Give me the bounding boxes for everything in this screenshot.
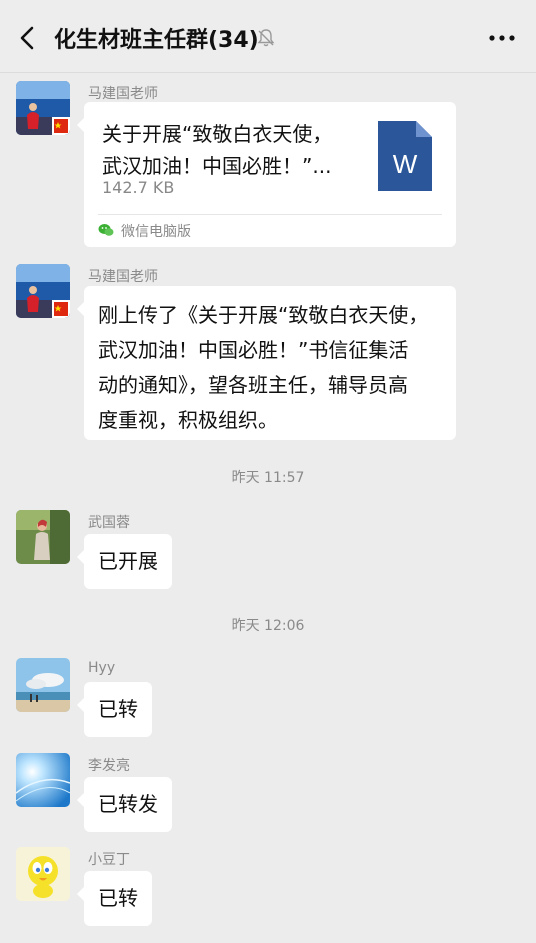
avatar[interactable]	[16, 81, 70, 135]
sender-name: 马建国老师	[88, 269, 158, 285]
message-bubble[interactable]: 已开展	[77, 534, 172, 589]
avatar[interactable]	[16, 264, 70, 318]
file-card[interactable]: 关于开展“致敬白衣天使， 武汉加油！中国必胜！”... 142.7 KB W 微…	[77, 102, 456, 247]
more-dots-icon[interactable]	[488, 34, 516, 42]
file-size: 142.7 KB	[102, 178, 175, 197]
file-name-line: 关于开展“致敬白衣天使，	[102, 122, 333, 146]
blue-light-avatar-image	[16, 753, 70, 807]
file-card-divider	[98, 214, 442, 215]
message-bubble[interactable]: 已转	[77, 871, 152, 926]
person-by-sea-avatar-image	[16, 81, 70, 135]
message-bubble[interactable]: 刚上传了《关于开展“致敬白衣天使， 武汉加油！中国必胜！”书信征集活 动的通知》…	[77, 286, 456, 440]
sender-name: 武国蓉	[88, 515, 130, 531]
message-bubble[interactable]: 已转	[77, 682, 152, 737]
beach-sky-avatar-image	[16, 658, 70, 712]
sender-name: Hyy	[88, 660, 116, 676]
file-source: 微信电脑版	[121, 224, 191, 240]
avatar[interactable]	[16, 847, 70, 901]
word-file-icon: W	[378, 121, 432, 191]
message-line: 动的通知》，望各班主任，辅导员高	[98, 373, 408, 397]
sender-name: 马建国老师	[88, 86, 158, 102]
tweety-bird-avatar-image	[16, 847, 70, 901]
word-icon-letter: W	[393, 149, 418, 179]
sender-name: 小豆丁	[88, 852, 130, 868]
message-line: 武汉加油！中国必胜！”书信征集活	[98, 338, 409, 362]
chat-header: 化生材班主任群(34)	[0, 0, 536, 73]
message-bubble[interactable]: 已转发	[77, 777, 172, 832]
timestamp: 昨天 12:06	[231, 618, 305, 634]
avatar[interactable]	[16, 658, 70, 712]
message-line: 刚上传了《关于开展“致敬白衣天使，	[98, 303, 429, 327]
file-name: 关于开展“致敬白衣天使， 武汉加油！中国必胜！”...	[102, 118, 352, 182]
chat-title: 化生材班主任群(34)	[54, 28, 259, 53]
bell-muted-icon	[257, 29, 275, 47]
timestamp: 昨天 11:57	[231, 470, 305, 486]
avatar[interactable]	[16, 510, 70, 564]
sender-name: 李发亮	[88, 758, 130, 774]
wechat-icon	[98, 224, 114, 236]
avatar[interactable]	[16, 753, 70, 807]
woman-outdoors-avatar-image	[16, 510, 70, 564]
chevron-left-icon[interactable]	[14, 24, 42, 52]
message-line: 度重视，积极组织。	[98, 408, 278, 432]
person-by-sea-avatar-image	[16, 264, 70, 318]
